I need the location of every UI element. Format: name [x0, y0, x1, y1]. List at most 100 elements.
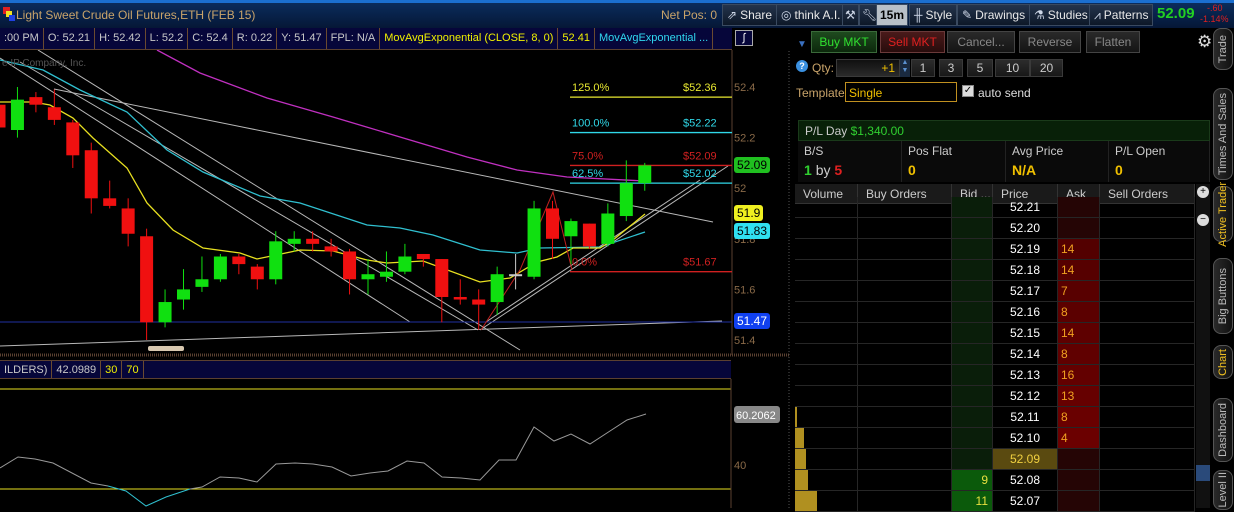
drawing-tools-button[interactable]: ⚒ [842, 4, 859, 26]
gear-icon[interactable]: ⚙ [1197, 32, 1212, 52]
sell-orders-cell[interactable] [1100, 449, 1195, 469]
qty-preset-3[interactable]: 3 [939, 59, 963, 77]
ladder-row[interactable]: 52.18 14 [795, 260, 1195, 281]
sell-orders-cell[interactable] [1100, 302, 1195, 322]
ladder-row[interactable]: 52.21 [795, 197, 1195, 218]
buy-orders-cell[interactable] [858, 260, 952, 280]
ask-size-cell[interactable]: 8 [1058, 302, 1100, 322]
ask-size-cell[interactable] [1058, 470, 1100, 490]
zoom-in-icon[interactable]: + [1197, 186, 1209, 198]
share-button[interactable]: ⇗ Share [722, 4, 778, 26]
ask-size-cell[interactable] [1058, 197, 1100, 217]
buy-orders-cell[interactable] [858, 323, 952, 343]
ask-size-cell[interactable]: 13 [1058, 386, 1100, 406]
bid-size-cell[interactable] [952, 197, 993, 217]
ask-size-cell[interactable]: 14 [1058, 239, 1100, 259]
ladder-row[interactable]: 52.17 7 [795, 281, 1195, 302]
side-tab-trade[interactable]: Trade [1213, 28, 1233, 70]
sell-orders-cell[interactable] [1100, 218, 1195, 238]
ask-size-cell[interactable]: 8 [1058, 407, 1100, 427]
cancel-button[interactable]: Cancel... [947, 31, 1015, 53]
buy-orders-cell[interactable] [858, 428, 952, 448]
side-tab-big-buttons[interactable]: Big Buttons [1213, 258, 1233, 334]
ask-size-cell[interactable] [1058, 491, 1100, 511]
price-cell[interactable]: 52.13 [993, 365, 1058, 385]
volume-cell[interactable] [795, 281, 858, 301]
price-cell[interactable]: 52.18 [993, 260, 1058, 280]
ladder-row[interactable]: 52.16 8 [795, 302, 1195, 323]
price-cell[interactable]: 52.10 [993, 428, 1058, 448]
ask-size-cell[interactable]: 8 [1058, 344, 1100, 364]
bid-size-cell[interactable] [952, 407, 993, 427]
volume-cell[interactable] [795, 449, 858, 469]
price-cell[interactable]: 52.14 [993, 344, 1058, 364]
price-cell[interactable]: 52.08 [993, 470, 1058, 490]
side-tab-times-and-sales[interactable]: Times And Sales [1213, 88, 1233, 180]
scroll-handle[interactable] [148, 346, 184, 351]
study-ema2[interactable]: MovAvgExponential ... [595, 28, 714, 49]
volume-cell[interactable] [795, 491, 858, 511]
bid-size-cell[interactable] [952, 428, 993, 448]
zoom-out-icon[interactable]: − [1197, 214, 1209, 226]
qty-preset-10[interactable]: 10 [995, 59, 1030, 77]
ladder-row[interactable]: 52.12 13 [795, 386, 1195, 407]
help-icon[interactable]: ? [796, 60, 808, 72]
side-tab-chart[interactable]: Chart [1213, 345, 1233, 379]
sell-orders-cell[interactable] [1100, 470, 1195, 490]
ladder-row[interactable]: 52.10 4 [795, 428, 1195, 449]
price-cell[interactable]: 52.09 [993, 449, 1058, 469]
bid-size-cell[interactable] [952, 218, 993, 238]
style-button[interactable]: ╫ Style [909, 4, 958, 26]
ladder-row[interactable]: 52.09 [795, 449, 1195, 470]
bid-size-cell[interactable]: 9 [952, 470, 993, 490]
study-ema8[interactable]: MovAvgExponential (CLOSE, 8, 0) [380, 28, 559, 49]
volume-cell[interactable] [795, 386, 858, 406]
ladder-row[interactable]: 52.15 14 [795, 323, 1195, 344]
think-ai-button[interactable]: ◎ think A.I. [776, 4, 846, 26]
bid-size-cell[interactable] [952, 365, 993, 385]
volume-cell[interactable] [795, 323, 858, 343]
price-cell[interactable]: 52.12 [993, 386, 1058, 406]
ladder-row[interactable]: 52.20 [795, 218, 1195, 239]
rsi-label[interactable]: ILDERS) [0, 361, 53, 378]
buy-mkt-button[interactable]: Buy MKT [811, 31, 877, 53]
ladder-row[interactable]: 52.14 8 [795, 344, 1195, 365]
volume-cell[interactable] [795, 260, 858, 280]
qty-preset-1[interactable]: 1 [911, 59, 935, 77]
buy-orders-cell[interactable] [858, 281, 952, 301]
qty-preset-20[interactable]: 20 [1030, 59, 1063, 77]
ask-size-cell[interactable] [1058, 449, 1100, 469]
studies-button[interactable]: ⚗ Studies [1029, 4, 1093, 26]
sell-orders-cell[interactable] [1100, 197, 1195, 217]
bid-size-cell[interactable] [952, 281, 993, 301]
buy-orders-cell[interactable] [858, 470, 952, 490]
buy-orders-cell[interactable] [858, 491, 952, 511]
ask-size-cell[interactable]: 16 [1058, 365, 1100, 385]
buy-orders-cell[interactable] [858, 239, 952, 259]
bid-size-cell[interactable] [952, 323, 993, 343]
auto-send-checkbox[interactable]: ✓ [962, 85, 974, 97]
buy-orders-cell[interactable] [858, 218, 952, 238]
bid-size-cell[interactable] [952, 386, 993, 406]
drawings-button[interactable]: ✎ Drawings [957, 4, 1031, 26]
volume-cell[interactable] [795, 197, 858, 217]
volume-cell[interactable] [795, 365, 858, 385]
volume-cell[interactable] [795, 302, 858, 322]
bid-size-cell[interactable]: 11 [952, 491, 993, 511]
collapse-arrow-icon[interactable]: ▼ [797, 39, 807, 50]
volume-cell[interactable] [795, 407, 858, 427]
sell-orders-cell[interactable] [1100, 365, 1195, 385]
flatten-button[interactable]: Flatten [1086, 31, 1140, 53]
sell-orders-cell[interactable] [1100, 491, 1195, 511]
bid-size-cell[interactable] [952, 239, 993, 259]
bid-size-cell[interactable] [952, 449, 993, 469]
buy-orders-cell[interactable] [858, 365, 952, 385]
ladder-row[interactable]: 11 52.07 [795, 491, 1195, 512]
ask-size-cell[interactable]: 7 [1058, 281, 1100, 301]
price-chart[interactable]: 125.0% $52.36 100.0% $52.22 75.0% $52.09 62.5%… [0, 50, 790, 508]
side-tab-dashboard[interactable]: Dashboard [1213, 398, 1233, 462]
chart-style-icon[interactable]: ∫ [735, 30, 753, 46]
price-cell[interactable]: 52.07 [993, 491, 1058, 511]
patterns-button[interactable]: ⩘ Patterns [1089, 4, 1154, 26]
price-cell[interactable]: 52.11 [993, 407, 1058, 427]
